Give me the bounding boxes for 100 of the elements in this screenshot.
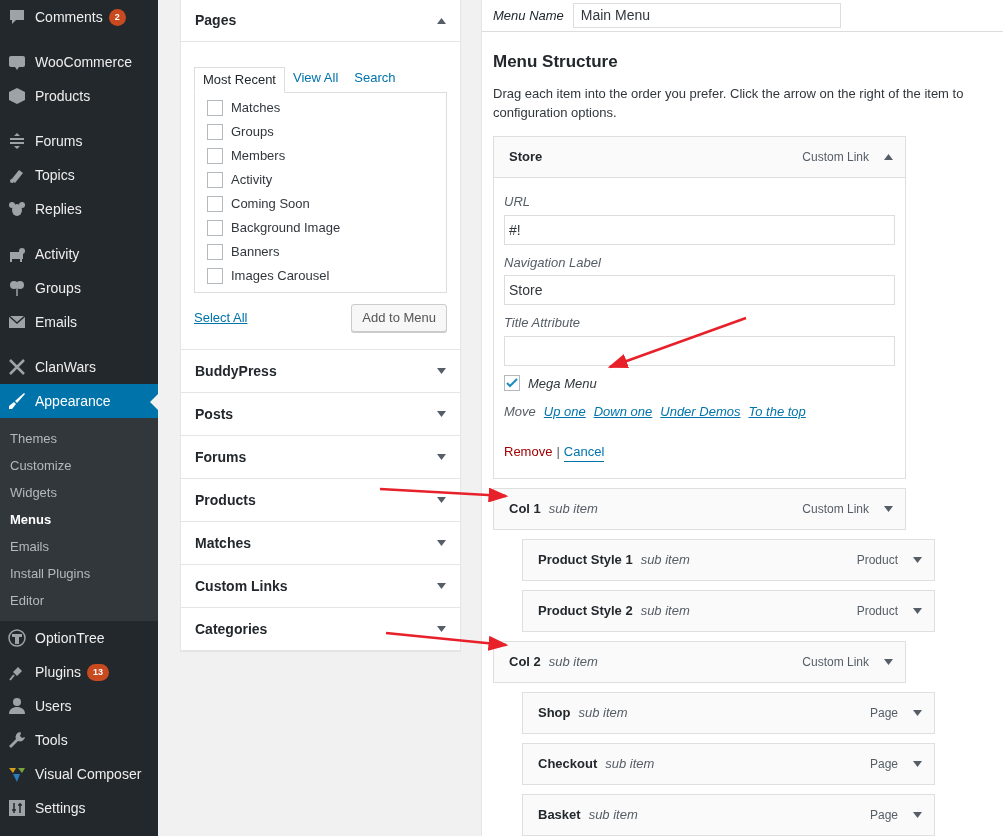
checkbox[interactable]: [207, 268, 223, 284]
caret-down-icon[interactable]: [437, 626, 446, 632]
tab[interactable]: Search: [346, 66, 404, 92]
sidebar-menu-item[interactable]: Plugins 13: [0, 655, 158, 689]
sidebar-menu-item[interactable]: Appearance: [0, 384, 158, 418]
crossed-swords-icon: [8, 358, 26, 376]
circle-t-icon: [8, 629, 26, 647]
accordion-header[interactable]: BuddyPress: [181, 350, 460, 392]
select-all-link[interactable]: Select All: [194, 308, 248, 328]
checkbox[interactable]: [207, 172, 223, 188]
submenu-item[interactable]: Widgets: [0, 479, 158, 506]
move-link[interactable]: Under Demos: [660, 402, 741, 422]
caret-down-icon[interactable]: [437, 540, 446, 546]
submenu-item[interactable]: Install Plugins: [0, 560, 158, 587]
sidebar-menu-item[interactable]: Settings: [0, 791, 158, 825]
caret-down-icon[interactable]: [884, 659, 893, 665]
tab[interactable]: View All: [285, 66, 347, 92]
caret-down-icon[interactable]: [437, 411, 446, 417]
sidebar-menu-item[interactable]: Comments 2: [0, 0, 158, 34]
accordion-header[interactable]: Pages: [181, 0, 460, 42]
submenu-item[interactable]: Editor: [0, 587, 158, 614]
sidebar-menu-item[interactable]: Emails: [0, 305, 158, 339]
caret-up-icon[interactable]: [884, 154, 893, 160]
accordion-header[interactable]: Posts: [181, 393, 460, 435]
sidebar-menu-item[interactable]: Users: [0, 689, 158, 723]
text-input[interactable]: #!: [504, 214, 895, 245]
stack-icon: [8, 132, 26, 150]
menu-item-type: Custom Link: [802, 654, 869, 671]
caret-down-icon[interactable]: [884, 506, 893, 512]
menu-item-note: sub item: [640, 551, 690, 570]
accordion-header[interactable]: Custom Links: [181, 565, 460, 607]
checkbox-label: Background Image: [231, 219, 341, 238]
sidebar-menu-item[interactable]: Visual Composer: [0, 757, 158, 791]
submenu-item[interactable]: Themes: [0, 425, 158, 452]
caret-down-icon[interactable]: [437, 583, 446, 589]
submenu-item[interactable]: Customize: [0, 452, 158, 479]
caret-down-icon[interactable]: [913, 557, 922, 563]
move-link[interactable]: To the top: [748, 402, 806, 422]
sidebar-menu-item[interactable]: Groups: [0, 271, 158, 305]
remove-link[interactable]: Remove: [504, 442, 553, 462]
accordion-title: Posts: [195, 404, 234, 424]
caret-down-icon[interactable]: [913, 710, 922, 716]
menu-item-header[interactable]: Col 1 sub item Custom Link: [493, 488, 906, 530]
checkbox[interactable]: [504, 375, 520, 392]
menu-item-header[interactable]: Store Custom Link: [493, 136, 906, 178]
menu-item-header[interactable]: Col 2 sub item Custom Link: [493, 641, 906, 683]
sidebar-menu-item[interactable]: ClanWars: [0, 350, 158, 384]
caret-down-icon[interactable]: [437, 368, 446, 374]
menu-item-header[interactable]: Basket sub item Page: [522, 794, 935, 836]
sidebar-menu-item[interactable]: Topics: [0, 158, 158, 192]
caret-down-icon[interactable]: [913, 761, 922, 767]
submenu-item[interactable]: Emails: [0, 533, 158, 560]
caret-down-icon[interactable]: [913, 608, 922, 614]
menu-item-header[interactable]: Product Style 1 sub item Product: [522, 539, 935, 581]
sidebar-menu-item[interactable]: OptionTree: [0, 621, 158, 655]
menu-item-note: sub item: [640, 602, 690, 621]
accordion-title: Custom Links: [195, 576, 288, 596]
text-input[interactable]: Store: [504, 275, 895, 305]
caret-up-icon[interactable]: [437, 17, 446, 24]
menu-item-note: sub item: [588, 806, 638, 825]
accordion-header[interactable]: Products: [181, 479, 460, 521]
count-badge: 2: [108, 8, 126, 26]
move-link[interactable]: Up one: [543, 402, 586, 422]
sidebar-menu-item[interactable]: Forums: [0, 124, 158, 158]
checkbox-label: Mega Menu: [528, 374, 597, 393]
sidebar-menu-item[interactable]: Tools: [0, 723, 158, 757]
menu-item-title: Store: [509, 148, 543, 167]
submenu-item[interactable]: Menus: [0, 506, 158, 533]
text-input[interactable]: [504, 335, 895, 366]
accordion-header[interactable]: Matches: [181, 522, 460, 564]
menu-item-title: Checkout: [538, 755, 598, 774]
checkbox[interactable]: [207, 196, 223, 212]
accordion-header[interactable]: Forums: [181, 436, 460, 478]
separator-text: |: [556, 443, 560, 461]
checkbox[interactable]: [207, 100, 223, 116]
menu-item-type: Page: [869, 807, 898, 824]
add-to-menu-button[interactable]: Add to Menu: [351, 304, 447, 332]
sidebar-menu-item[interactable]: Products: [0, 79, 158, 113]
caret-down-icon[interactable]: [913, 812, 922, 818]
sidebar-menu-item[interactable]: WooCommerce: [0, 45, 158, 79]
checkbox[interactable]: [207, 124, 223, 140]
caret-down-icon[interactable]: [437, 454, 446, 460]
checkbox[interactable]: [207, 148, 223, 164]
menu-item-header[interactable]: Product Style 2 sub item Product: [522, 590, 935, 632]
menu-item-header[interactable]: Checkout sub item Page: [522, 743, 935, 785]
caret-down-icon[interactable]: [437, 497, 446, 503]
accordion-title: Products: [195, 490, 256, 510]
checkbox[interactable]: [207, 244, 223, 260]
move-link[interactable]: Down one: [593, 402, 653, 422]
menu-name-input[interactable]: Main Menu: [572, 2, 841, 28]
accordion-header[interactable]: Categories: [181, 608, 460, 650]
cancel-link[interactable]: Cancel: [563, 441, 605, 462]
menu-item-header[interactable]: Shop sub item Page: [522, 692, 935, 734]
sidebar-menu-item[interactable]: Activity: [0, 237, 158, 271]
checkbox-label: Matches: [231, 99, 281, 118]
sidebar-menu-item[interactable]: Replies: [0, 192, 158, 226]
tab[interactable]: Most Recent: [194, 67, 285, 93]
menu-item-note: sub item: [578, 704, 628, 723]
checkbox-label: Images Carousel: [231, 267, 330, 286]
checkbox[interactable]: [207, 220, 223, 236]
